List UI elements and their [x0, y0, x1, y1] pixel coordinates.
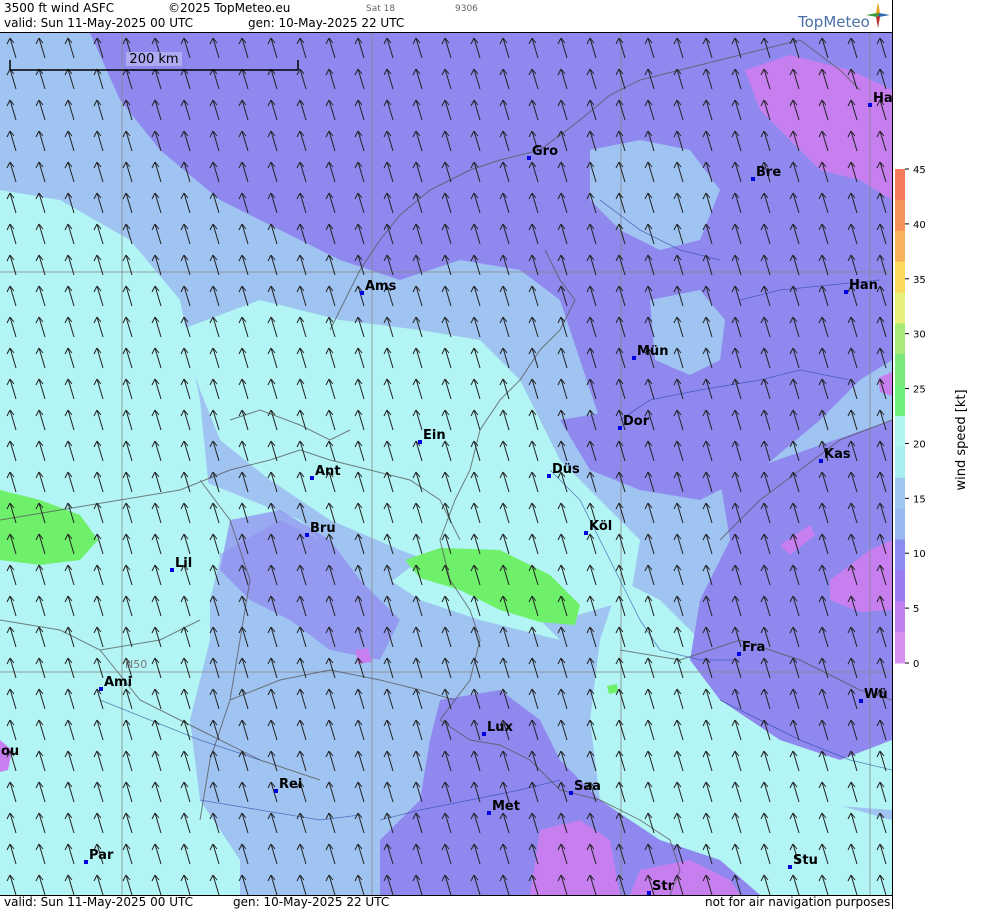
city-label: Dor	[623, 414, 650, 429]
latitude-label: N50	[125, 658, 147, 671]
city-label: Met	[492, 799, 520, 814]
city-marker	[487, 811, 491, 815]
legend-color-step	[895, 230, 905, 263]
scale-bar-label: 200 km	[129, 52, 178, 67]
legend-color-step	[895, 323, 905, 355]
city-label: Bru	[310, 521, 336, 536]
city-label: Saa	[574, 779, 601, 794]
city-label: Par	[89, 848, 114, 863]
city-marker	[310, 476, 314, 480]
legend-ticks: 45 40 35 30 25 20 15 10 5 0	[905, 165, 926, 670]
city-label: Wü	[864, 687, 888, 702]
legend-color-step	[895, 601, 905, 633]
legend-tick-label: 30	[913, 330, 926, 341]
city-label: Rei	[279, 777, 302, 792]
legend-tick-label: 35	[913, 275, 926, 286]
city-label: Ami	[104, 675, 132, 690]
legend-color-step	[895, 570, 905, 602]
city-label: Fra	[742, 640, 765, 655]
product-title: 3500 ft wind ASFC	[4, 1, 115, 15]
city-marker	[360, 291, 364, 295]
city-label: Köl	[589, 519, 612, 534]
legend-tick-label: 10	[913, 549, 926, 560]
wind-map[interactable]: 200 km N50 Gro Bre Ha Ams Han Mün Dor Ein Ant Düs…	[0, 33, 892, 895]
city-label: ou	[1, 744, 19, 759]
city-marker	[274, 789, 278, 793]
city-marker	[527, 156, 531, 160]
legend-color-step	[895, 292, 905, 324]
city-marker	[170, 568, 174, 572]
satellite-label: Sat 18	[366, 4, 396, 14]
legend-color-step	[895, 385, 905, 417]
city-label: Ha	[873, 91, 892, 106]
generated-time: gen: 10-May-2025 22 UTC	[248, 16, 405, 30]
city-label: Mün	[637, 344, 668, 359]
city-marker	[99, 687, 103, 691]
footer-valid-time: valid: Sun 11-May-2025 00 UTC	[4, 895, 193, 909]
city-marker	[632, 356, 636, 360]
legend-color-step	[895, 199, 905, 232]
city-marker	[868, 103, 872, 107]
legend-title: wind speed [kt]	[954, 389, 969, 490]
legend-tick-label: 45	[913, 165, 926, 176]
valid-time: valid: Sun 11-May-2025 00 UTC	[4, 16, 193, 30]
city-marker	[305, 533, 309, 537]
city-marker	[84, 860, 88, 864]
legend-color-step	[895, 416, 905, 448]
city-marker	[547, 474, 551, 478]
city-marker	[618, 426, 622, 430]
legend-color-step	[895, 446, 905, 479]
footer-generated-time: gen: 10-May-2025 22 UTC	[233, 895, 390, 909]
city-label: Gro	[532, 144, 558, 159]
legend-color-step	[895, 477, 905, 510]
city-label: Ant	[315, 464, 341, 479]
legend-tick-label: 5	[913, 604, 919, 615]
disclaimer: not for air navigation purposes	[705, 895, 891, 909]
city-marker	[418, 440, 422, 444]
code-label: 9306	[455, 4, 478, 14]
legend-color-step	[895, 632, 905, 664]
legend-panel: 45 40 35 30 25 20 15 10 5 0 wind speed [kt]	[892, 0, 983, 909]
city-label: Str	[652, 879, 675, 894]
legend-color-step	[895, 169, 905, 201]
legend-tick-label: 15	[913, 494, 926, 505]
footer-bar: valid: Sun 11-May-2025 00 UTC gen: 10-Ma…	[0, 895, 892, 910]
legend-tick-label: 0	[913, 659, 919, 670]
header-bar: 3500 ft wind ASFC ©2025 TopMeteo.eu Sat …	[0, 0, 892, 33]
legend-color-step	[895, 508, 905, 540]
city-marker	[859, 699, 863, 703]
legend-colorbar	[895, 169, 905, 664]
city-marker	[482, 732, 486, 736]
city-label: Bre	[756, 165, 781, 180]
city-label: Ams	[365, 279, 397, 294]
city-marker	[569, 791, 573, 795]
city-label: Lux	[487, 720, 514, 735]
legend-tick-label: 25	[913, 385, 926, 396]
city-label: Ein	[423, 428, 446, 443]
compass-logo-icon	[866, 2, 890, 28]
city-marker	[844, 290, 848, 294]
city-label: Han	[849, 278, 878, 293]
city-label: Lil	[175, 556, 192, 571]
city-label: Düs	[552, 462, 580, 477]
legend-color-step	[895, 261, 905, 293]
topmeteo-logo: TopMeteo	[798, 13, 870, 31]
copyright: ©2025 TopMeteo.eu	[168, 1, 291, 15]
legend-tick-label: 20	[913, 439, 926, 450]
city-marker	[819, 459, 823, 463]
city-label: Stu	[793, 853, 818, 868]
city-label: Kas	[824, 447, 851, 462]
legend-color-step	[895, 354, 905, 386]
city-marker	[788, 865, 792, 869]
city-marker	[737, 652, 741, 656]
city-marker	[751, 177, 755, 181]
city-marker	[584, 531, 588, 535]
legend-tick-label: 40	[913, 220, 926, 231]
legend-color-step	[895, 539, 905, 571]
